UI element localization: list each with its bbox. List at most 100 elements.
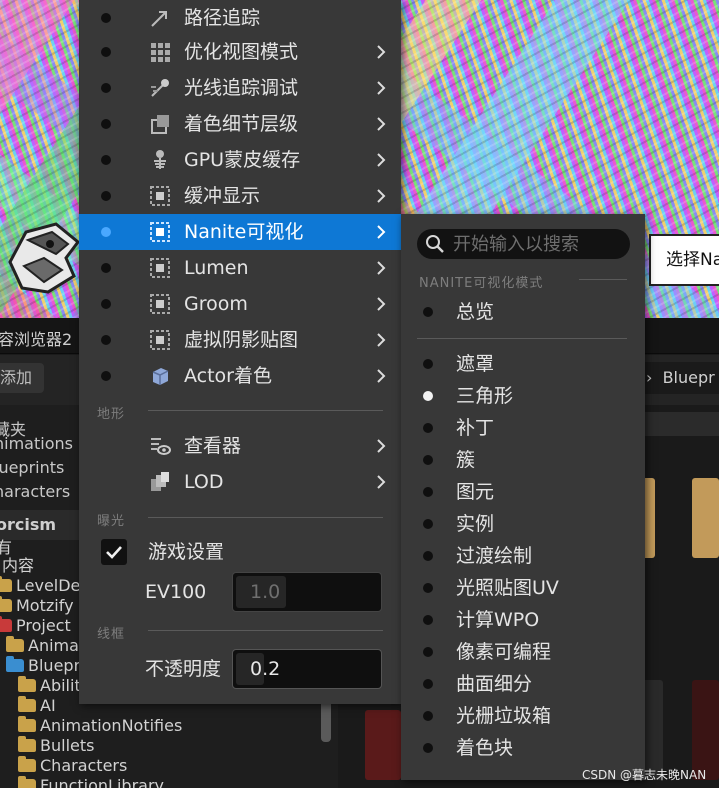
favorite-item[interactable]: haracters — [0, 482, 70, 501]
folder-icon — [6, 636, 24, 652]
groom-icon — [150, 294, 170, 314]
tree-folder[interactable]: Abiliti — [18, 676, 85, 696]
submenu-item[interactable]: 实例 — [401, 508, 645, 540]
folder-icon — [0, 616, 12, 632]
submenu-item[interactable]: 遮罩 — [401, 348, 645, 380]
tree-folder[interactable]: Characters — [18, 756, 127, 776]
radio-dot — [423, 519, 433, 529]
tree-folder[interactable]: Motzify — [0, 596, 74, 616]
submenu-item-overview[interactable]: 总览 — [401, 296, 645, 328]
menu-item-nanite-visualization[interactable]: Nanite可视化 — [79, 214, 401, 250]
asset-thumbnail[interactable] — [692, 478, 719, 558]
unreal-mascot-logo — [8, 222, 81, 294]
asset-thumbnail[interactable] — [692, 680, 719, 780]
menu-item-landscape-viewer[interactable]: 查看器 — [79, 428, 401, 464]
menu-item-gpu-skin-cache[interactable]: GPU蒙皮缓存 — [79, 142, 401, 178]
menu-item-lumen[interactable]: Lumen — [79, 250, 401, 286]
tree-folder[interactable]: FunctionLibrary — [18, 776, 164, 788]
radio-dot — [101, 13, 111, 23]
ray-debug-icon — [151, 79, 169, 97]
menu-item-groom[interactable]: Groom — [79, 286, 401, 322]
view-mode-menu: 路径追踪 优化视图模式 光线追踪调试 着色细节层级 GPU蒙皮缓存 缓冲显示 N… — [79, 0, 401, 704]
cube-icon — [152, 368, 169, 385]
breadcrumb-label: Bluepr — [662, 368, 715, 387]
radio-dot — [101, 335, 111, 345]
menu-item-path-tracing[interactable]: 路径追踪 — [79, 0, 401, 36]
chevron-right-icon — [377, 189, 386, 203]
asset-thumbnail[interactable] — [365, 710, 401, 780]
content-browser-tab[interactable]: 容浏览器2 — [0, 326, 72, 350]
lumen-icon — [150, 258, 170, 278]
folder-icon — [18, 676, 36, 692]
chevron-right-icon — [377, 81, 386, 95]
tree-folder[interactable]: Project — [0, 616, 71, 636]
submenu-search-box[interactable] — [417, 229, 630, 259]
tree-folder[interactable]: Bluepr — [6, 656, 80, 676]
radio-dot — [423, 743, 433, 753]
game-settings-checkbox[interactable] — [101, 539, 127, 565]
submenu-item[interactable]: 曲面细分 — [401, 668, 645, 700]
chevron-right-icon — [377, 261, 386, 275]
section-divider — [579, 279, 627, 280]
favorite-item[interactable]: nimations — [0, 434, 73, 453]
path-breadcrumb[interactable]: › Bluepr — [640, 362, 719, 394]
radio-dot — [423, 551, 433, 561]
submenu-item[interactable]: 图元 — [401, 476, 645, 508]
submenu-section-title: NANITE可视化模式 — [419, 276, 544, 291]
submenu-item[interactable]: 光栅垃圾箱 — [401, 700, 645, 732]
chevron-right-icon — [377, 225, 386, 239]
menu-item-landscape-lod[interactable]: LOD — [79, 464, 401, 500]
submenu-item[interactable]: 计算WPO — [401, 604, 645, 636]
add-button[interactable]: 添加 — [0, 363, 44, 393]
section-divider — [148, 517, 383, 518]
menu-item-shading-lod[interactable]: 着色细节层级 — [79, 106, 401, 142]
lod-icon — [151, 472, 169, 491]
nanite-visualization-submenu: NANITE可视化模式 总览 遮罩 三角形 补丁 簇 图元 实例 过渡绘制 光照… — [401, 214, 645, 780]
menu-item-actor-coloration[interactable]: Actor着色 — [79, 358, 401, 394]
chevron-right-icon — [377, 45, 386, 59]
tree-folder[interactable]: AI — [18, 696, 56, 716]
submenu-item[interactable]: 过渡绘制 — [401, 540, 645, 572]
viewer-icon — [151, 438, 171, 455]
menu-item-buffer-visualization[interactable]: 缓冲显示 — [79, 178, 401, 214]
folder-open-icon — [6, 656, 24, 672]
vsm-icon — [150, 330, 170, 350]
opacity-label: 不透明度 — [145, 658, 222, 680]
tree-folder[interactable]: Bullets — [18, 736, 94, 756]
favorite-item[interactable]: lueprints — [0, 458, 64, 477]
tree-folder[interactable]: AnimationNotifies — [18, 716, 182, 736]
tree-folder[interactable]: Animat — [6, 636, 85, 656]
submenu-item-selected[interactable]: 三角形 — [401, 380, 645, 412]
folder-icon — [18, 756, 36, 772]
radio-dot — [423, 711, 433, 721]
menu-item-ray-tracing-debug[interactable]: 光线追踪调试 — [79, 70, 401, 106]
menu-item-virtual-shadow-map[interactable]: 虚拟阴影贴图 — [79, 322, 401, 358]
search-input[interactable] — [453, 231, 623, 257]
tree-item-content[interactable]: 内容 — [2, 556, 34, 576]
folder-icon — [0, 596, 12, 612]
chevron-right-icon — [377, 333, 386, 347]
grid-icon — [151, 43, 170, 62]
game-settings-label: 游戏设置 — [148, 541, 225, 563]
project-name: orcism — [0, 515, 57, 534]
section-divider — [417, 338, 627, 339]
radio-dot — [101, 371, 111, 381]
folder-icon — [18, 716, 36, 732]
asset-view-header — [640, 412, 719, 436]
ev100-value: 1.0 — [250, 581, 281, 603]
submenu-item[interactable]: 光照贴图UV — [401, 572, 645, 604]
submenu-item[interactable]: 补丁 — [401, 412, 645, 444]
submenu-item[interactable]: 着色块 — [401, 732, 645, 764]
radio-dot — [423, 487, 433, 497]
chevron-right-icon — [377, 297, 386, 311]
radio-dot — [423, 423, 433, 433]
tree-item-all[interactable]: 有 — [0, 538, 12, 558]
submenu-item[interactable]: 像素可编程 — [401, 636, 645, 668]
radio-dot — [423, 615, 433, 625]
submenu-item[interactable]: 簇 — [401, 444, 645, 476]
menu-item-optimization-viewmodes[interactable]: 优化视图模式 — [79, 34, 401, 70]
tree-folder[interactable]: LevelDes — [0, 576, 89, 596]
radio-dot — [101, 191, 111, 201]
radio-dot — [101, 83, 111, 93]
opacity-value: 0.2 — [250, 658, 281, 680]
